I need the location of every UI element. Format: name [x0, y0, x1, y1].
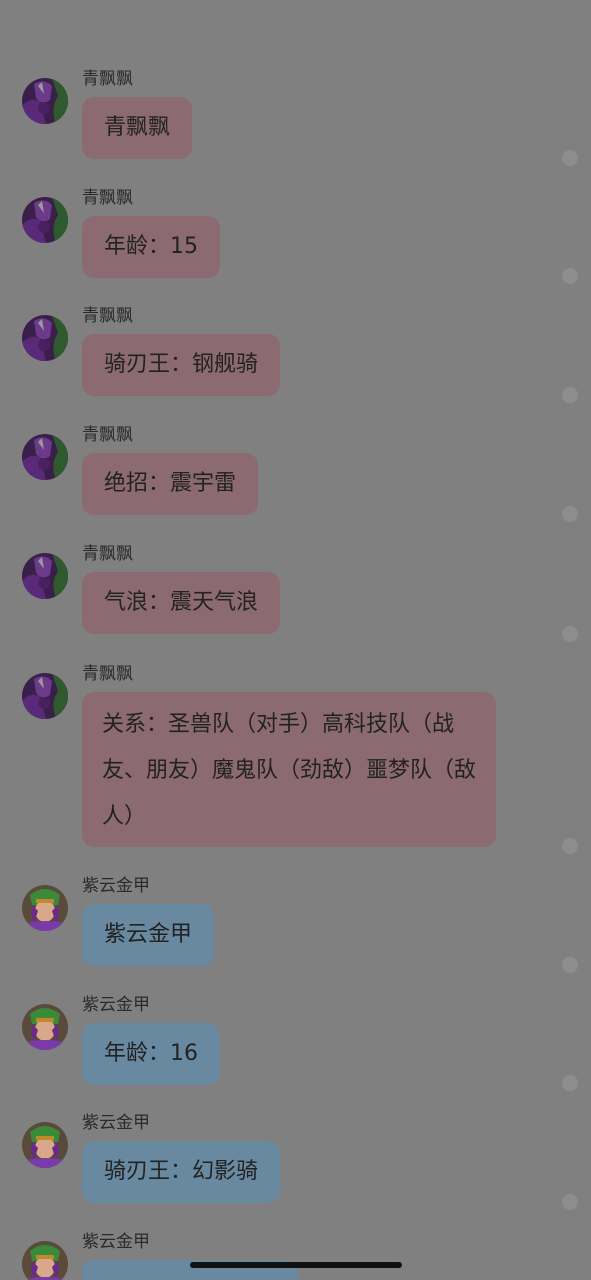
chat-message: 青飘飘 关系：圣兽队（对手）高科技队（战友、朋友）魔鬼队（劲敌）噩梦队（敌人）: [0, 663, 591, 853]
message-status-dot: [562, 626, 578, 642]
chat-message: 紫云金甲 年龄：16: [0, 994, 591, 1089]
message-bubble[interactable]: 骑刃王：钢舰骑: [82, 334, 281, 396]
chat-message: 青飘飘 气浪：震天气浪: [0, 543, 591, 638]
sender-name: 青飘飘: [82, 188, 133, 208]
avatar-qingpiaopiao[interactable]: [22, 315, 68, 361]
sender-name: 青飘飘: [82, 664, 133, 684]
chat-message: 青飘飘 青飘飘: [0, 68, 591, 163]
message-bubble[interactable]: 紫云金甲: [82, 904, 215, 966]
sender-name: 青飘飘: [82, 306, 133, 326]
chat-message: 青飘飘 绝招：震宇雷: [0, 424, 591, 519]
avatar-ziyunjinjia[interactable]: [22, 885, 68, 931]
message-bubble[interactable]: 年龄：16: [82, 1023, 220, 1085]
sender-name: 紫云金甲: [82, 995, 150, 1015]
message-status-dot: [562, 1075, 578, 1091]
message-status-dot: [562, 957, 578, 973]
sender-name: 紫云金甲: [82, 1232, 150, 1252]
avatar-ziyunjinjia[interactable]: [22, 1004, 68, 1050]
message-status-dot: [562, 838, 578, 854]
message-status-dot: [562, 150, 578, 166]
home-indicator[interactable]: [190, 1262, 402, 1268]
message-status-dot: [562, 506, 578, 522]
sender-name: 青飘飘: [82, 544, 133, 564]
avatar-qingpiaopiao[interactable]: [22, 434, 68, 480]
message-bubble[interactable]: 气浪：震天气浪: [82, 572, 281, 634]
message-status-dot: [562, 387, 578, 403]
avatar-qingpiaopiao[interactable]: [22, 553, 68, 599]
chat-message: 青飘飘 年龄：15: [0, 187, 591, 282]
avatar-ziyunjinjia[interactable]: [22, 1241, 68, 1280]
message-bubble[interactable]: 骑刃王：幻影骑: [82, 1141, 281, 1203]
chat-message: 青飘飘 骑刃王：钢舰骑: [0, 305, 591, 400]
message-status-dot: [562, 1194, 578, 1210]
chat-message: 紫云金甲: [0, 1231, 591, 1280]
sender-name: 青飘飘: [82, 425, 133, 445]
message-bubble[interactable]: 青飘飘: [82, 97, 193, 159]
chat-message: 紫云金甲 紫云金甲: [0, 875, 591, 970]
sender-name: 紫云金甲: [82, 1113, 150, 1133]
sender-name: 紫云金甲: [82, 876, 150, 896]
chat-thread[interactable]: 青飘飘 青飘飘 青飘飘 年龄：15 青飘飘 骑刃王：钢舰骑 青飘飘 绝招：震宇雷…: [0, 0, 591, 1280]
chat-message: 紫云金甲 骑刃王：幻影骑: [0, 1112, 591, 1207]
message-bubble[interactable]: 绝招：震宇雷: [82, 453, 259, 515]
message-bubble[interactable]: 年龄：15: [82, 216, 220, 278]
avatar-qingpiaopiao[interactable]: [22, 78, 68, 124]
avatar-ziyunjinjia[interactable]: [22, 1122, 68, 1168]
message-bubble[interactable]: 关系：圣兽队（对手）高科技队（战友、朋友）魔鬼队（劲敌）噩梦队（敌人）: [82, 692, 496, 847]
avatar-qingpiaopiao[interactable]: [22, 197, 68, 243]
avatar-qingpiaopiao[interactable]: [22, 673, 68, 719]
message-status-dot: [562, 268, 578, 284]
sender-name: 青飘飘: [82, 69, 133, 89]
